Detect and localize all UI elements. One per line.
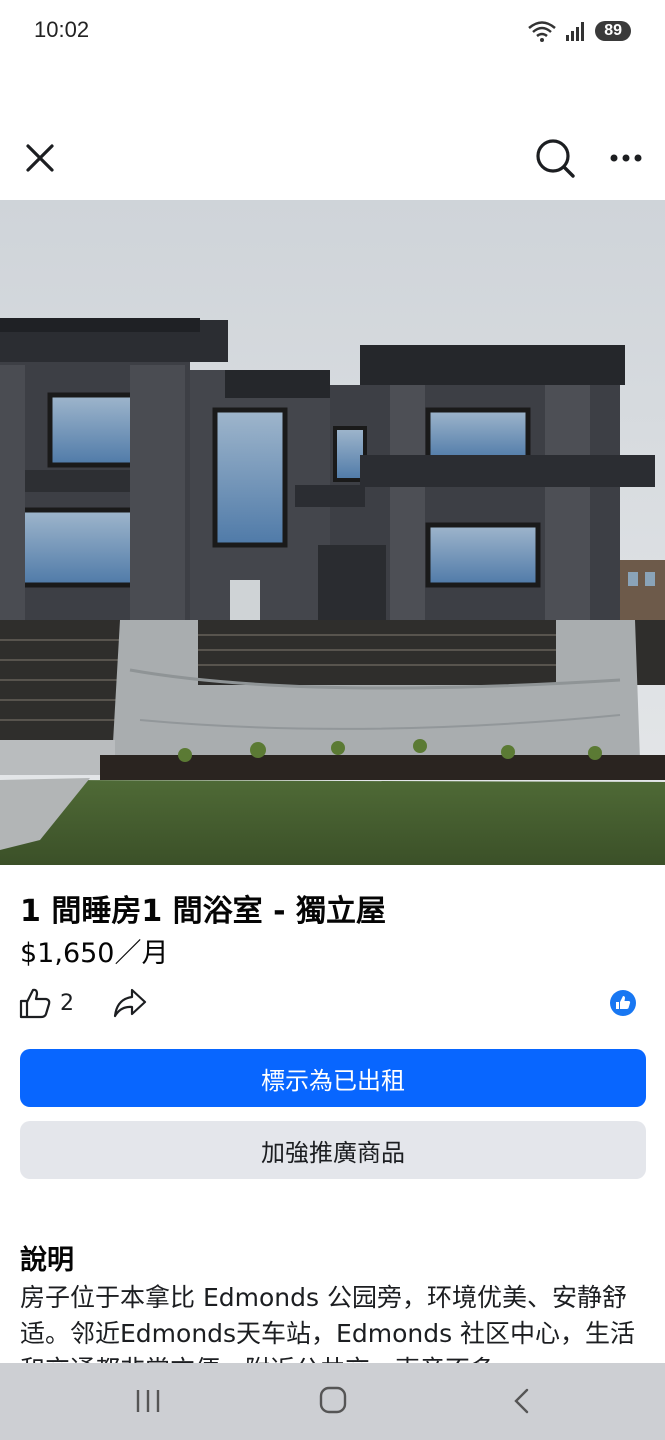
close-icon bbox=[26, 144, 54, 172]
mark-as-rented-button[interactable]: 標示為已出租 bbox=[20, 1049, 646, 1107]
status-time: 10:02 bbox=[34, 17, 90, 42]
home-icon bbox=[319, 1386, 347, 1414]
back-icon bbox=[514, 1388, 529, 1414]
listing-photo[interactable] bbox=[0, 200, 665, 865]
home-button[interactable] bbox=[318, 1385, 348, 1419]
top-toolbar bbox=[0, 120, 665, 200]
status-bar: 10:02 89 bbox=[0, 0, 665, 64]
status-icons: 89 bbox=[527, 19, 631, 43]
like-reaction-icon bbox=[610, 990, 636, 1016]
house-photo-image bbox=[0, 200, 665, 865]
recents-icon bbox=[136, 1390, 160, 1412]
share-icon bbox=[113, 988, 147, 1018]
description-text: 房子位于本拿比 Edmonds 公园旁，环境优美、安静舒适。邻近Edmonds天… bbox=[20, 1283, 636, 1364]
recents-button[interactable] bbox=[134, 1387, 162, 1419]
back-button[interactable] bbox=[508, 1387, 536, 1419]
battery-indicator: 89 bbox=[595, 21, 631, 41]
more-options-button[interactable] bbox=[606, 140, 650, 176]
close-button[interactable] bbox=[20, 138, 60, 178]
more-icon bbox=[610, 154, 642, 162]
thumbs-up-icon bbox=[19, 988, 51, 1019]
share-button[interactable] bbox=[112, 986, 148, 1024]
like-count: 2 bbox=[60, 990, 74, 1016]
listing-price: $1,650／月 bbox=[20, 938, 169, 969]
system-nav-bar bbox=[0, 1363, 665, 1440]
signal-icon bbox=[566, 22, 585, 41]
search-icon bbox=[536, 139, 575, 178]
reaction-bar: 2 bbox=[0, 980, 665, 1030]
wifi-icon bbox=[528, 21, 557, 42]
search-button[interactable] bbox=[533, 136, 577, 180]
like-button[interactable]: 2 bbox=[18, 986, 74, 1020]
description-heading: 說明 bbox=[20, 1245, 74, 1276]
listing-title: 1 間睡房1 間浴室 - 獨立屋 bbox=[20, 894, 386, 929]
boost-listing-button[interactable]: 加強推廣商品 bbox=[20, 1121, 646, 1179]
